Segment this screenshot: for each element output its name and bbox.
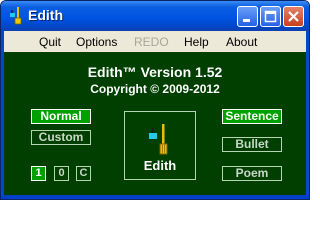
custom-mode-button[interactable]: Custom [31, 130, 91, 145]
close-button[interactable] [283, 6, 304, 27]
window-frame-bottom [1, 195, 309, 199]
bullet-style-button[interactable]: Bullet [222, 137, 282, 152]
window-frame-right [306, 31, 309, 199]
main-panel: Edith™ Version 1.52 Copyright © 2009-201… [4, 52, 306, 195]
edith-logo-panel[interactable]: Edith [124, 111, 196, 180]
version-heading: Edith™ Version 1.52 [87, 64, 223, 80]
menu-redo[interactable]: REDO [134, 35, 169, 49]
menu-bar: Quit Options REDO Help About [1, 31, 309, 52]
menu-about[interactable]: About [226, 35, 257, 49]
copyright-text: Copyright © 2009-2012 [90, 82, 220, 96]
poem-style-button[interactable]: Poem [222, 166, 282, 181]
counter-zero-button[interactable]: 0 [54, 166, 69, 181]
normal-mode-button[interactable]: Normal [31, 109, 91, 124]
minimize-button[interactable] [237, 6, 258, 27]
menu-help[interactable]: Help [184, 35, 209, 49]
clear-button[interactable]: C [76, 166, 91, 181]
counter-one-button[interactable]: 1 [31, 166, 46, 181]
maximize-icon [264, 10, 277, 23]
close-icon [288, 11, 299, 22]
edith-logo-label: Edith [143, 158, 177, 173]
minimize-icon [243, 19, 250, 22]
menu-quit[interactable]: Quit [39, 35, 61, 49]
menu-options[interactable]: Options [76, 35, 117, 49]
broom-icon [10, 7, 22, 25]
maximize-button[interactable] [260, 6, 281, 27]
window-title: Edith [28, 7, 63, 23]
edith-window: Edith Quit Options REDO Help About Edith… [0, 0, 310, 200]
broom-icon [149, 124, 168, 155]
sentence-style-button[interactable]: Sentence [222, 109, 282, 124]
title-bar[interactable]: Edith [1, 1, 309, 31]
